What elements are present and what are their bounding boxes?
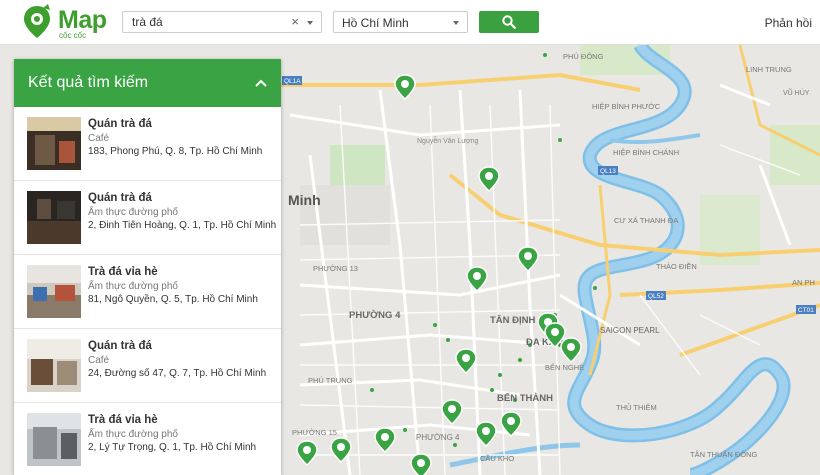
clear-search-icon[interactable]: ×: [291, 15, 299, 29]
result-address: 183, Phong Phú, Q. 8, Tp. Hồ Chí Minh: [88, 146, 263, 157]
result-item[interactable]: Trà đá vỉa hè Ẩm thực đường phố 81, Ngô …: [14, 255, 281, 329]
top-bar: Map cốc cốc × Hồ Chí Minh Phản hồi: [0, 0, 820, 45]
result-address: 81, Ngô Quyền, Q. 5, Tp. Hồ Chí Minh: [88, 294, 258, 305]
result-category: Café: [88, 355, 110, 366]
result-item[interactable]: Quán trà đá Ẩm thực đường phố 2, Đinh Ti…: [14, 181, 281, 255]
result-category: Ẩm thực đường phố: [88, 207, 178, 218]
result-name[interactable]: Trà đá vỉa hè: [88, 414, 158, 426]
result-item[interactable]: Trà đá vỉa hè Ẩm thực đường phố 2, Lý Tự…: [14, 403, 281, 475]
result-address: 2, Đinh Tiên Hoàng, Q. 1, Tp. Hồ Chí Min…: [88, 220, 277, 231]
result-item[interactable]: Quán trà đá Café 24, Đường số 47, Q. 7, …: [14, 329, 281, 403]
result-category: Ẩm thực đường phố: [88, 429, 178, 440]
search-icon: [502, 15, 516, 29]
panel-title: Kết quả tìm kiếm: [28, 74, 149, 91]
result-item[interactable]: Quán trà đá Café 183, Phong Phú, Q. 8, T…: [14, 107, 281, 181]
result-thumbnail: [27, 265, 81, 318]
search-dropdown-caret-icon[interactable]: [307, 21, 313, 25]
result-thumbnail: [27, 191, 81, 244]
logo-pin-icon: [24, 4, 50, 38]
result-address: 24, Đường số 47, Q. 7, Tp. Hồ Chí Minh: [88, 368, 267, 379]
panel-header: Kết quả tìm kiếm: [14, 59, 281, 107]
search-button[interactable]: [479, 11, 539, 33]
city-select[interactable]: Hồ Chí Minh: [333, 11, 468, 33]
logo-subtitle: cốc cốc: [59, 31, 87, 40]
result-category: Café: [88, 133, 110, 144]
coccoc-map-logo[interactable]: Map cốc cốc: [22, 4, 112, 42]
result-name[interactable]: Quán trà đá: [88, 118, 152, 130]
city-chevron-down-icon: [453, 21, 459, 25]
result-address: 2, Lý Tự Trọng, Q. 1, Tp. Hồ Chí Minh: [88, 442, 257, 453]
result-name[interactable]: Quán trà đá: [88, 192, 152, 204]
search-field[interactable]: ×: [122, 11, 322, 33]
result-name[interactable]: Quán trà đá: [88, 340, 152, 352]
search-results-panel: Kết quả tìm kiếm Quán trà đá Café 183, P…: [14, 59, 281, 475]
result-thumbnail: [27, 339, 81, 392]
result-name[interactable]: Trà đá vỉa hè: [88, 266, 158, 278]
chevron-up-icon[interactable]: [255, 77, 267, 89]
feedback-link[interactable]: Phản hồi: [765, 16, 812, 30]
result-thumbnail: [27, 117, 81, 170]
result-thumbnail: [27, 413, 81, 466]
result-category: Ẩm thực đường phố: [88, 281, 178, 292]
city-select-value: Hồ Chí Minh: [342, 16, 409, 30]
search-input[interactable]: [123, 12, 283, 32]
